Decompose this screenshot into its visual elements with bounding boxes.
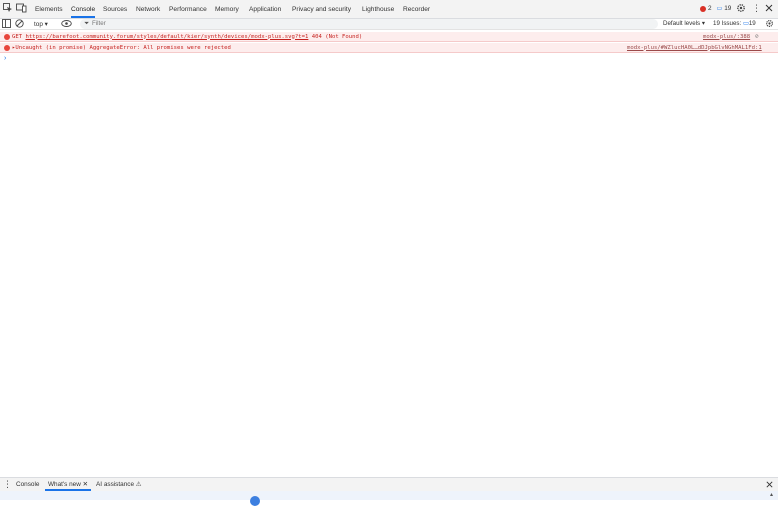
tab-performance[interactable]: Performance [169,0,207,18]
inspect-element-icon[interactable] [3,3,14,14]
devtools-tab-bar: Elements Console Sources Network Perform… [0,0,778,19]
tab-sources[interactable]: Sources [103,0,127,18]
device-toolbar-icon[interactable] [16,3,27,14]
live-expression-eye-icon[interactable] [61,19,72,29]
tab-privacy-and-security[interactable]: Privacy and security [292,0,351,18]
log-levels-dropdown[interactable]: Default levels ▾ [663,20,705,27]
settings-gear-icon[interactable] [736,3,747,14]
issues-label: 19 Issues: [713,20,742,27]
chrome-devtools-logo-icon [250,496,260,506]
tab-network[interactable]: Network [136,0,160,18]
message-count: 19 [724,5,732,12]
message-source-link[interactable]: modx-plus/:388 [703,34,750,40]
message-text: GET https://barefoot.community.forum/sty… [12,34,362,40]
issues-button[interactable]: 19 Issues: ▭19 [713,20,756,27]
console-toolbar: top ▾ ⏷ Filter Default levels ▾ 19 Issue… [0,19,778,30]
tab-elements[interactable]: Elements [35,0,63,18]
message-text[interactable]: ▸Uncaught (in promise) AggregateError: A… [12,45,231,51]
scroll-up-icon[interactable]: ▴ [770,491,773,498]
error-icon [700,5,706,12]
whats-new-panel: ▴ [0,491,778,506]
message-prefix: GET [12,33,26,40]
drawer-tab-bar: ⋮ Console What's new ✕ AI assistance ⚠ [0,477,778,491]
filter-funnel-icon: ⏷ [84,19,90,27]
hide-network-message-icon[interactable]: ⊘ [755,33,759,40]
message-icon: ▭ [716,6,723,12]
message-source-link[interactable]: modx-plus/#WZlucHA0L…dDJpbGlvNGhMAL1Fd:1 [627,45,762,51]
drawer-tab-console[interactable]: Console [16,478,39,491]
console-settings-gear-icon[interactable] [765,19,775,29]
tab-recorder[interactable]: Recorder [403,0,430,18]
issues-count: 19 [748,20,756,27]
tab-application[interactable]: Application [249,0,281,18]
tab-console[interactable]: Console [71,0,96,18]
console-prompt[interactable]: › [4,55,6,62]
tab-memory[interactable]: Memory [215,0,239,18]
drawer-menu-icon[interactable]: ⋮ [3,479,12,490]
console-message-error: GET https://barefoot.community.forum/sty… [0,32,778,42]
message-url-link[interactable]: https://barefoot.community.forum/styles/… [25,34,308,40]
drawer-tab-ai-assistance[interactable]: AI assistance ⚠ [96,478,142,491]
sidebar-toggle-icon[interactable] [2,19,12,29]
drawer-tab-whats-new[interactable]: What's new ✕ [45,478,91,491]
close-devtools-icon[interactable] [764,3,775,14]
issue-counters[interactable]: 2 ▭ 19 [700,5,731,12]
error-icon [4,34,10,40]
console-message-error: ▸Uncaught (in promise) AggregateError: A… [0,43,778,53]
filter-placeholder: Filter [92,20,106,27]
filter-input[interactable]: ⏷ Filter [80,19,658,29]
clear-console-icon[interactable] [15,19,25,29]
error-count: 2 [708,5,712,12]
error-icon [4,45,10,51]
more-options-icon[interactable]: ⋮ [751,3,762,14]
tab-lighthouse[interactable]: Lighthouse [362,0,394,18]
message-suffix: 404 (Not Found) [308,33,363,40]
close-drawer-icon[interactable] [765,480,776,491]
execution-context-select[interactable]: top ▾ [34,20,48,28]
